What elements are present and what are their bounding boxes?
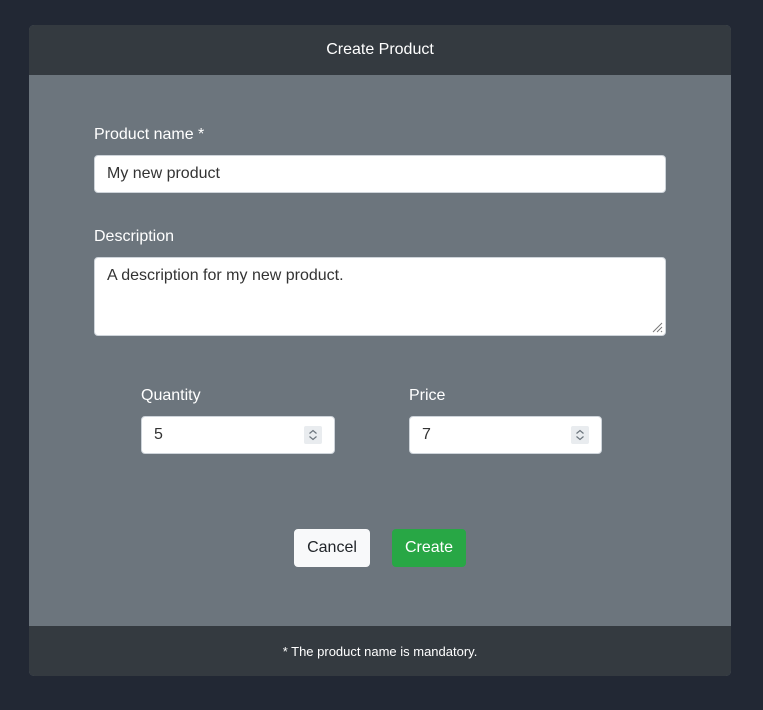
quantity-label: Quantity	[141, 387, 201, 404]
dialog-title: Create Product	[326, 41, 434, 58]
quantity-stepper[interactable]: 5	[141, 416, 335, 454]
dialog-header: Create Product	[29, 25, 731, 75]
chevron-up-down-icon	[576, 429, 584, 441]
price-spin-buttons[interactable]	[571, 426, 589, 444]
price-stepper[interactable]: 7	[409, 416, 602, 454]
cancel-button-label: Cancel	[307, 539, 357, 556]
product-name-value: My new product	[107, 165, 220, 182]
quantity-value: 5	[154, 426, 163, 443]
dialog-footer: * The product name is mandatory.	[29, 626, 731, 676]
create-button[interactable]: Create	[392, 529, 466, 567]
resize-grip-icon[interactable]	[651, 321, 663, 333]
footer-note: * The product name is mandatory.	[282, 643, 478, 659]
create-button-label: Create	[404, 539, 454, 556]
description-label: Description	[94, 228, 175, 245]
product-name-input[interactable]: My new product	[94, 155, 666, 193]
price-label: Price	[409, 387, 446, 404]
price-value: 7	[422, 426, 431, 443]
description-value: A description for my new product.	[107, 267, 344, 284]
create-product-dialog: Create Product Product name * My new pro…	[29, 25, 731, 676]
chevron-up-down-icon	[309, 429, 317, 441]
product-name-label: Product name *	[94, 126, 205, 143]
description-textarea[interactable]: A description for my new product.	[94, 257, 666, 336]
quantity-spin-buttons[interactable]	[304, 426, 322, 444]
cancel-button[interactable]: Cancel	[294, 529, 370, 567]
